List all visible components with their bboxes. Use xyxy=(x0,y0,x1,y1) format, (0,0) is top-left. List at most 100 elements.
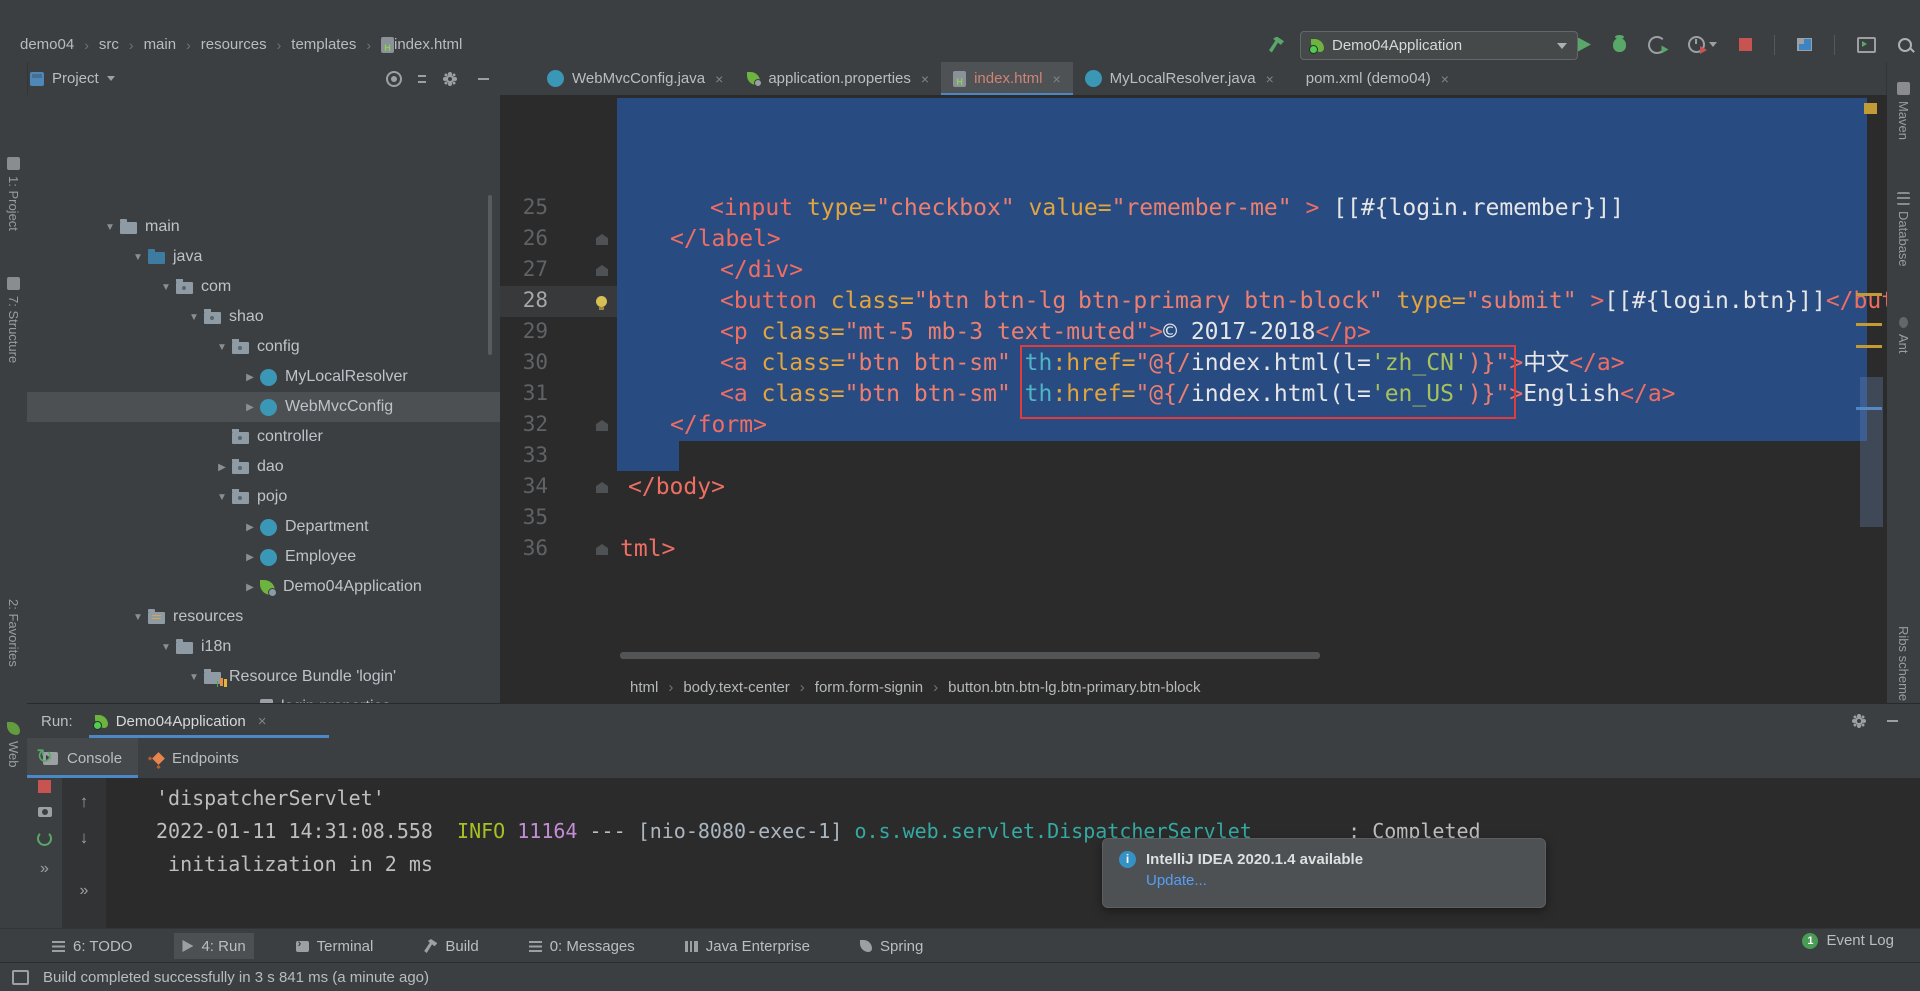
tree-item-com[interactable]: ▼ com xyxy=(27,272,500,302)
code-line[interactable]: <p class="mt-5 mb-3 text-muted">© 2017-2… xyxy=(720,317,1371,348)
editor-tab-mylocalresolver-java[interactable]: MyLocalResolver.java × xyxy=(1073,62,1286,95)
tree-item-config[interactable]: ▼ config xyxy=(27,332,500,362)
code-line[interactable]: <button class="btn btn-lg btn-primary bt… xyxy=(720,286,1887,317)
tree-item-resource-bundle-login[interactable]: ▼ Resource Bundle 'login' xyxy=(27,662,500,692)
more-icon[interactable]: » xyxy=(80,882,89,900)
breadcrumb-item-html[interactable]: html xyxy=(630,679,683,696)
tree-expand-arrow[interactable]: ▼ xyxy=(100,222,120,233)
close-icon[interactable]: × xyxy=(1266,71,1274,87)
breadcrumb-item-main[interactable]: main xyxy=(144,36,201,53)
breadcrumb-item-index-html[interactable]: index.html xyxy=(381,36,462,53)
hide-panel-icon[interactable] xyxy=(478,77,489,80)
editor-tab-webmvcconfig-java[interactable]: WebMvcConfig.java × xyxy=(535,62,735,95)
toolwindow-button-0-messages[interactable]: 0: Messages xyxy=(521,933,643,959)
gutter-row[interactable]: 34 xyxy=(500,472,617,503)
rerun-icon[interactable]: ↻ xyxy=(36,747,53,767)
gutter-row[interactable]: 29 xyxy=(500,317,617,348)
tree-expand-arrow[interactable]: ▼ xyxy=(184,312,204,323)
tree-item-login-properties[interactable]: login.properties xyxy=(27,692,500,703)
tree-expand-arrow[interactable]: ▼ xyxy=(212,492,232,503)
code-line[interactable]: </body> xyxy=(628,472,725,503)
scroll-up-icon[interactable]: ↑ xyxy=(80,792,89,812)
hide-panel-icon[interactable] xyxy=(1887,720,1898,722)
toolwindow-button-2-favorites[interactable]: 2: Favorites xyxy=(0,580,27,667)
fold-marker[interactable] xyxy=(596,542,608,560)
fold-marker[interactable] xyxy=(596,480,608,498)
gutter-row[interactable]: 27 xyxy=(500,255,617,286)
close-icon[interactable]: × xyxy=(1441,71,1449,87)
tree-item-webmvcconfig[interactable]: ▶ WebMvcConfig xyxy=(27,392,500,422)
close-icon[interactable]: × xyxy=(715,71,723,87)
toolwindow-button-web[interactable]: Web xyxy=(0,722,27,768)
code-line[interactable]: tml> xyxy=(620,534,675,565)
tree-expand-arrow[interactable]: ▶ xyxy=(240,372,260,383)
tree-expand-arrow[interactable]: ▼ xyxy=(184,672,204,683)
gutter-row[interactable]: 36 xyxy=(500,534,617,565)
fold-marker-icon[interactable] xyxy=(596,544,608,555)
tree-scrollbar[interactable] xyxy=(488,195,492,355)
editor-tab-index-html[interactable]: index.html × xyxy=(941,62,1073,96)
tree-item-demo04application[interactable]: ▶ Demo04Application xyxy=(27,572,500,602)
toolwindow-button-4-run[interactable]: 4: Run xyxy=(174,933,254,959)
profiler-button[interactable] xyxy=(1688,36,1707,54)
coverage-button[interactable] xyxy=(1648,35,1666,54)
console-output[interactable]: 'dispatcherServlet' 2022-01-11 14:31:08.5… xyxy=(106,778,1920,929)
breadcrumb-item-button-btn-btn-lg-btn-primary-btn-block[interactable]: button.btn.btn-lg.btn-primary.btn-block xyxy=(948,679,1200,696)
toolwindow-button-java-enterprise[interactable]: Java Enterprise xyxy=(677,933,818,959)
run-tab[interactable]: Demo04Application × xyxy=(92,704,267,738)
tree-expand-arrow[interactable]: ▼ xyxy=(156,642,176,653)
fold-marker[interactable] xyxy=(596,232,608,250)
close-icon[interactable]: × xyxy=(1052,71,1060,87)
tree-item-java[interactable]: ▼ java xyxy=(27,242,500,272)
tree-item-employee[interactable]: ▶ Employee xyxy=(27,542,500,572)
editor-gutter[interactable]: 25 26 27 28 29 30 31 32 33 34 35 36 xyxy=(500,95,617,703)
fold-marker[interactable] xyxy=(596,418,608,436)
tree-item-department[interactable]: ▶ Department xyxy=(27,512,500,542)
build-hammer-icon[interactable] xyxy=(1268,36,1284,53)
gutter-row[interactable]: 25 xyxy=(500,193,617,224)
toolwindow-button-maven[interactable]: Maven xyxy=(1887,82,1920,140)
tree-item-main[interactable]: ▼ main xyxy=(27,212,500,242)
tree-item-dao[interactable]: ▶ dao xyxy=(27,452,500,482)
fold-marker[interactable] xyxy=(596,294,607,312)
breadcrumb-item-form-form-signin[interactable]: form.form-signin xyxy=(815,679,948,696)
toolwindow-button-spring[interactable]: Spring xyxy=(852,933,931,959)
close-icon[interactable]: × xyxy=(258,713,267,730)
fold-marker-icon[interactable] xyxy=(596,482,608,493)
code-line[interactable]: </div> xyxy=(720,255,803,286)
tree-expand-arrow[interactable]: ▼ xyxy=(156,282,176,293)
tree-item-mylocalresolver[interactable]: ▶ MyLocalResolver xyxy=(27,362,500,392)
tree-expand-arrow[interactable]: ▶ xyxy=(240,582,260,593)
project-panel-header[interactable]: Project xyxy=(30,62,115,95)
editor-tab-application-properties[interactable]: application.properties × xyxy=(735,62,941,95)
gutter-row[interactable]: 32 xyxy=(500,410,617,441)
debug-button[interactable] xyxy=(1613,34,1626,52)
intention-bulb-icon[interactable] xyxy=(596,296,607,310)
editor-tab-pom-xml-demo04[interactable]: pom.xml (demo04) × xyxy=(1286,62,1461,95)
stop-icon[interactable] xyxy=(38,780,51,793)
tree-expand-arrow[interactable]: ▶ xyxy=(212,462,232,473)
tree-expand-arrow[interactable]: ▶ xyxy=(240,522,260,533)
code-line[interactable]: <input type="checkbox" value="remember-m… xyxy=(710,193,1624,224)
breadcrumb-item-body-text-center[interactable]: body.text-center xyxy=(683,679,814,696)
more-icon[interactable]: » xyxy=(40,860,49,878)
project-structure-icon[interactable] xyxy=(1797,38,1812,51)
gc-icon[interactable] xyxy=(37,831,52,846)
tree-expand-arrow[interactable]: ▶ xyxy=(240,552,260,563)
toolwindow-button-6-todo[interactable]: 6: TODO xyxy=(44,933,140,959)
toolwindow-button-database[interactable]: Database xyxy=(1887,192,1920,267)
toolwindow-button-7-structure[interactable]: 7: Structure xyxy=(0,277,27,363)
breadcrumb-item-templates[interactable]: templates xyxy=(291,36,381,53)
locate-file-icon[interactable] xyxy=(386,70,402,87)
update-link[interactable]: Update... xyxy=(1146,872,1545,889)
toolwindow-button-terminal[interactable]: Terminal xyxy=(288,933,382,959)
breadcrumb-item-resources[interactable]: resources xyxy=(201,36,292,53)
stop-button[interactable] xyxy=(1739,38,1752,51)
run-button[interactable] xyxy=(1578,37,1591,52)
vertical-scrollbar[interactable] xyxy=(1860,377,1883,527)
breadcrumb-item-demo04[interactable]: demo04 xyxy=(20,36,99,53)
breadcrumb-item-src[interactable]: src xyxy=(99,36,144,53)
horizontal-scrollbar[interactable] xyxy=(620,652,1320,659)
code-editor[interactable]: 25 26 27 28 29 30 31 32 33 34 35 36 <inp… xyxy=(500,95,1887,703)
tree-expand-arrow[interactable]: ▼ xyxy=(212,342,232,353)
